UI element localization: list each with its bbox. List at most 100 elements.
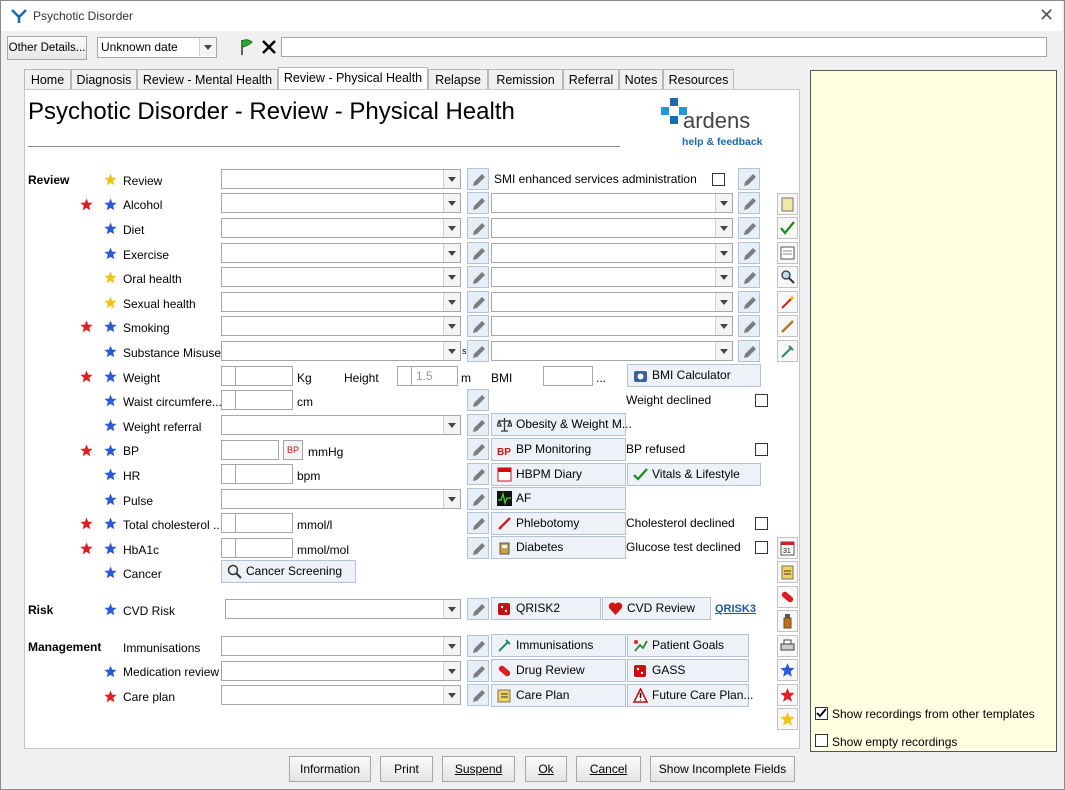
weight-input[interactable] (221, 366, 293, 386)
alcohol-detail-select[interactable] (491, 193, 733, 213)
pencil-icon[interactable] (467, 389, 489, 411)
pencil-icon[interactable] (467, 414, 489, 436)
chevron-down-icon[interactable] (715, 219, 732, 237)
smoking-detail-select[interactable] (491, 316, 733, 336)
pencil-icon[interactable] (467, 438, 489, 460)
pencil-icon[interactable] (738, 266, 760, 288)
obesity-button[interactable]: Obesity & Weight M... (491, 413, 632, 436)
substance-misuse-select[interactable] (221, 341, 461, 361)
tab-remission[interactable]: Remission (488, 69, 563, 90)
pencil-icon[interactable] (738, 192, 760, 214)
diet-detail-select[interactable] (491, 218, 733, 238)
chevron-down-icon[interactable] (443, 268, 460, 286)
print-button[interactable]: Print (380, 756, 433, 782)
chevron-down-icon[interactable] (443, 600, 460, 618)
check-icon[interactable] (777, 217, 798, 239)
chevron-down-icon[interactable] (443, 317, 460, 335)
pencil-icon[interactable] (738, 168, 760, 190)
chevron-down-icon[interactable] (443, 490, 460, 508)
alcohol-select[interactable] (221, 193, 461, 213)
pencil-icon[interactable] (738, 315, 760, 337)
future-care-plan-button[interactable]: Future Care Plan... (627, 684, 753, 707)
cholesterol-input[interactable] (221, 513, 293, 533)
sexual-health-select[interactable] (221, 292, 461, 312)
pencil-icon[interactable] (738, 242, 760, 264)
exercise-detail-select[interactable] (491, 243, 733, 263)
tab-resources[interactable]: Resources (663, 69, 734, 90)
cancer-screening-button[interactable]: Cancer Screening (221, 560, 356, 583)
ok-button[interactable]: Ok (525, 756, 567, 782)
review-select[interactable] (221, 169, 461, 189)
hr-input[interactable] (221, 464, 293, 484)
pencil-icon[interactable] (467, 340, 489, 362)
chevron-down-icon[interactable] (715, 268, 732, 286)
gass-button[interactable]: GASS (627, 659, 749, 682)
tab-diagnosis[interactable]: Diagnosis (71, 69, 137, 90)
drug-review-button[interactable]: Drug Review (491, 659, 626, 682)
pencil-icon[interactable] (738, 291, 760, 313)
chevron-down-icon[interactable] (443, 342, 460, 360)
chevron-down-icon[interactable] (443, 416, 460, 434)
chevron-down-icon[interactable] (443, 219, 460, 237)
chevron-down-icon[interactable] (715, 342, 732, 360)
chevron-down-icon[interactable] (715, 194, 732, 212)
ardens-logo[interactable]: ardens help & feedback (657, 96, 765, 150)
pencil-icon[interactable] (467, 488, 489, 510)
hbpm-diary-button[interactable]: HBPM Diary (491, 463, 626, 486)
oral-health-select[interactable] (221, 267, 461, 287)
close-icon[interactable]: ✕ (1039, 5, 1054, 25)
tab-review-mental-health[interactable]: Review - Mental Health (137, 69, 278, 90)
chevron-down-icon[interactable] (443, 244, 460, 262)
cancel-button[interactable]: Cancel (576, 756, 641, 782)
chevron-down-icon[interactable] (199, 38, 216, 56)
suspend-button[interactable]: Suspend (442, 756, 515, 782)
show-other-templates-checkbox[interactable] (815, 707, 828, 720)
cvd-review-button[interactable]: CVD Review (602, 597, 711, 620)
chevron-down-icon[interactable] (443, 662, 460, 680)
weight-declined-checkbox[interactable] (755, 394, 768, 407)
care-plan-select[interactable] (221, 685, 461, 705)
bp-input[interactable] (221, 440, 279, 460)
pill-icon[interactable] (777, 586, 798, 608)
chevron-down-icon[interactable] (443, 293, 460, 311)
chevron-down-icon[interactable] (443, 686, 460, 704)
information-button[interactable]: Information (289, 756, 371, 782)
clear-icon[interactable] (259, 37, 279, 57)
pencil-icon[interactable] (467, 242, 489, 264)
immunisations-select[interactable] (221, 636, 461, 656)
waist-input[interactable] (221, 390, 293, 410)
smoking-select[interactable] (221, 316, 461, 336)
pencil-icon[interactable] (467, 660, 489, 682)
weight-referral-select[interactable] (221, 415, 461, 435)
gold-star-icon[interactable] (777, 708, 798, 730)
tab-notes[interactable]: Notes (619, 69, 663, 90)
flag-icon[interactable] (237, 37, 257, 57)
pencil-icon[interactable] (738, 217, 760, 239)
substance-misuse-detail-select[interactable] (491, 341, 733, 361)
printer-icon[interactable] (777, 635, 798, 657)
qrisk3-link[interactable]: QRISK3 (715, 603, 756, 615)
pencil-icon[interactable] (467, 192, 489, 214)
blue-star-icon[interactable] (777, 659, 798, 681)
pulse-select[interactable] (221, 489, 461, 509)
vitals-lifestyle-button[interactable]: Vitals & Lifestyle (627, 463, 761, 486)
hba1c-input[interactable] (221, 538, 293, 558)
height-input[interactable]: 1.5 (397, 366, 458, 386)
bp-monitoring-button[interactable]: BP BP Monitoring (491, 438, 626, 461)
chevron-down-icon[interactable] (715, 293, 732, 311)
pencil-icon[interactable] (467, 463, 489, 485)
tab-home[interactable]: Home (24, 69, 71, 90)
patient-goals-button[interactable]: Patient Goals (627, 634, 749, 657)
other-details-button[interactable]: Other Details... (7, 36, 87, 60)
pencil-icon[interactable] (467, 537, 489, 559)
exercise-select[interactable] (221, 243, 461, 263)
chevron-down-icon[interactable] (443, 170, 460, 188)
show-incomplete-button[interactable]: Show Incomplete Fields (650, 756, 795, 782)
pencil-icon[interactable] (467, 635, 489, 657)
pencil-icon[interactable] (467, 315, 489, 337)
search-icon[interactable] (777, 266, 798, 288)
cvd-risk-select[interactable] (225, 599, 461, 619)
tab-referral[interactable]: Referral (563, 69, 619, 90)
bmi-calculator-button[interactable]: BMI Calculator (627, 364, 761, 387)
pencil-icon[interactable] (467, 168, 489, 190)
